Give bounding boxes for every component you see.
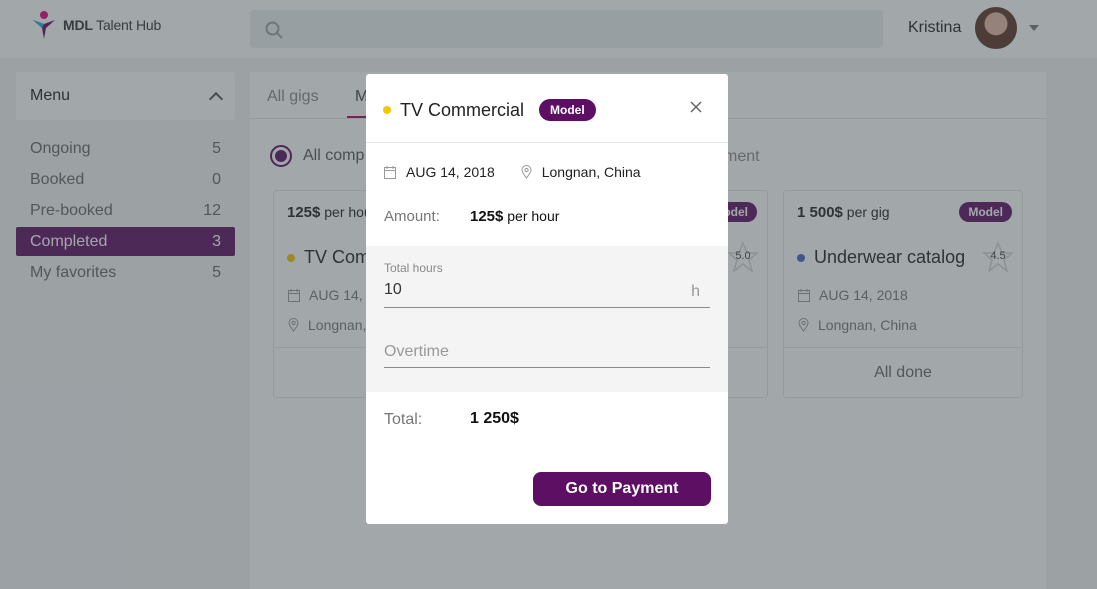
gig-location: Longnan, China [521,164,641,180]
calendar-icon [384,165,396,179]
gig-location-text: Longnan, China [541,164,641,180]
modal-title: TV Commercial [400,100,525,120]
status-dot [383,106,391,114]
overtime-field[interactable] [384,340,710,368]
overtime-input[interactable] [384,343,674,361]
close-icon[interactable] [688,99,704,115]
total-value: 1 250$ [470,410,519,427]
gig-date: AUG 14, 2018 [384,164,495,180]
amount-number: 125$ [470,208,504,225]
hours-form: Total hours h [366,246,728,392]
amount-unit: per hour [503,208,560,224]
total-hours-input[interactable] [384,281,674,299]
gig-date-text: AUG 14, 2018 [406,164,495,180]
go-to-payment-button[interactable]: Go to Payment [533,472,711,506]
payment-modal: TV Commercial Model AUG 14, 2018 Longnan… [366,74,728,524]
modal-header: TV Commercial Model [366,74,728,143]
location-pin-icon [521,165,532,179]
total-label: Total: [384,411,423,428]
role-badge: Model [539,99,596,121]
hours-unit-suffix: h [691,283,700,300]
amount-label: Amount: [384,208,440,225]
total-hours-field[interactable]: Total hours h [384,261,710,308]
gig-info: AUG 14, 2018 Longnan, China [384,164,641,180]
amount-value: 125$ per hour [470,208,559,225]
total-hours-label: Total hours [384,261,443,275]
